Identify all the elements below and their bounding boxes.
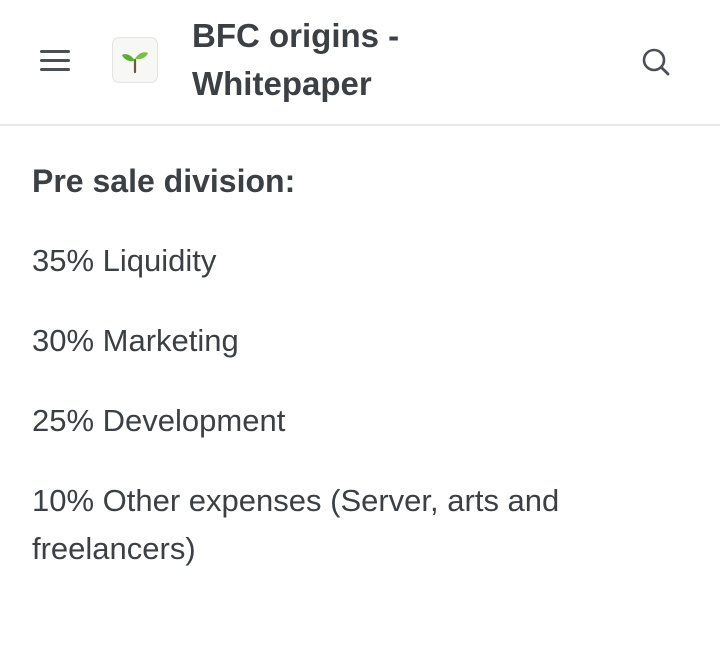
- list-item: 25% Development: [32, 403, 286, 438]
- list-item: 30% Marketing: [32, 323, 239, 358]
- section-heading: Pre sale division:: [32, 163, 296, 199]
- seedling-icon: [122, 52, 148, 74]
- page-title-line: Whitepaper: [192, 65, 372, 102]
- page-title-line: BFC origins -: [192, 17, 400, 54]
- hamburger-menu-icon-line: [40, 50, 70, 53]
- list-item: 35% Liquidity: [32, 243, 217, 278]
- space-logo[interactable]: [112, 37, 158, 83]
- hamburger-menu-button[interactable]: [38, 46, 74, 76]
- page-title: BFC origins - Whitepaper: [192, 12, 612, 108]
- hamburger-menu-icon-line: [40, 59, 70, 62]
- search-button[interactable]: [636, 42, 676, 82]
- search-icon: [642, 48, 670, 76]
- list-item: 10% Other expenses (Server, arts and fre…: [32, 483, 560, 566]
- top-app-bar: BFC origins - Whitepaper: [0, 0, 720, 126]
- hamburger-menu-icon-line: [40, 68, 70, 71]
